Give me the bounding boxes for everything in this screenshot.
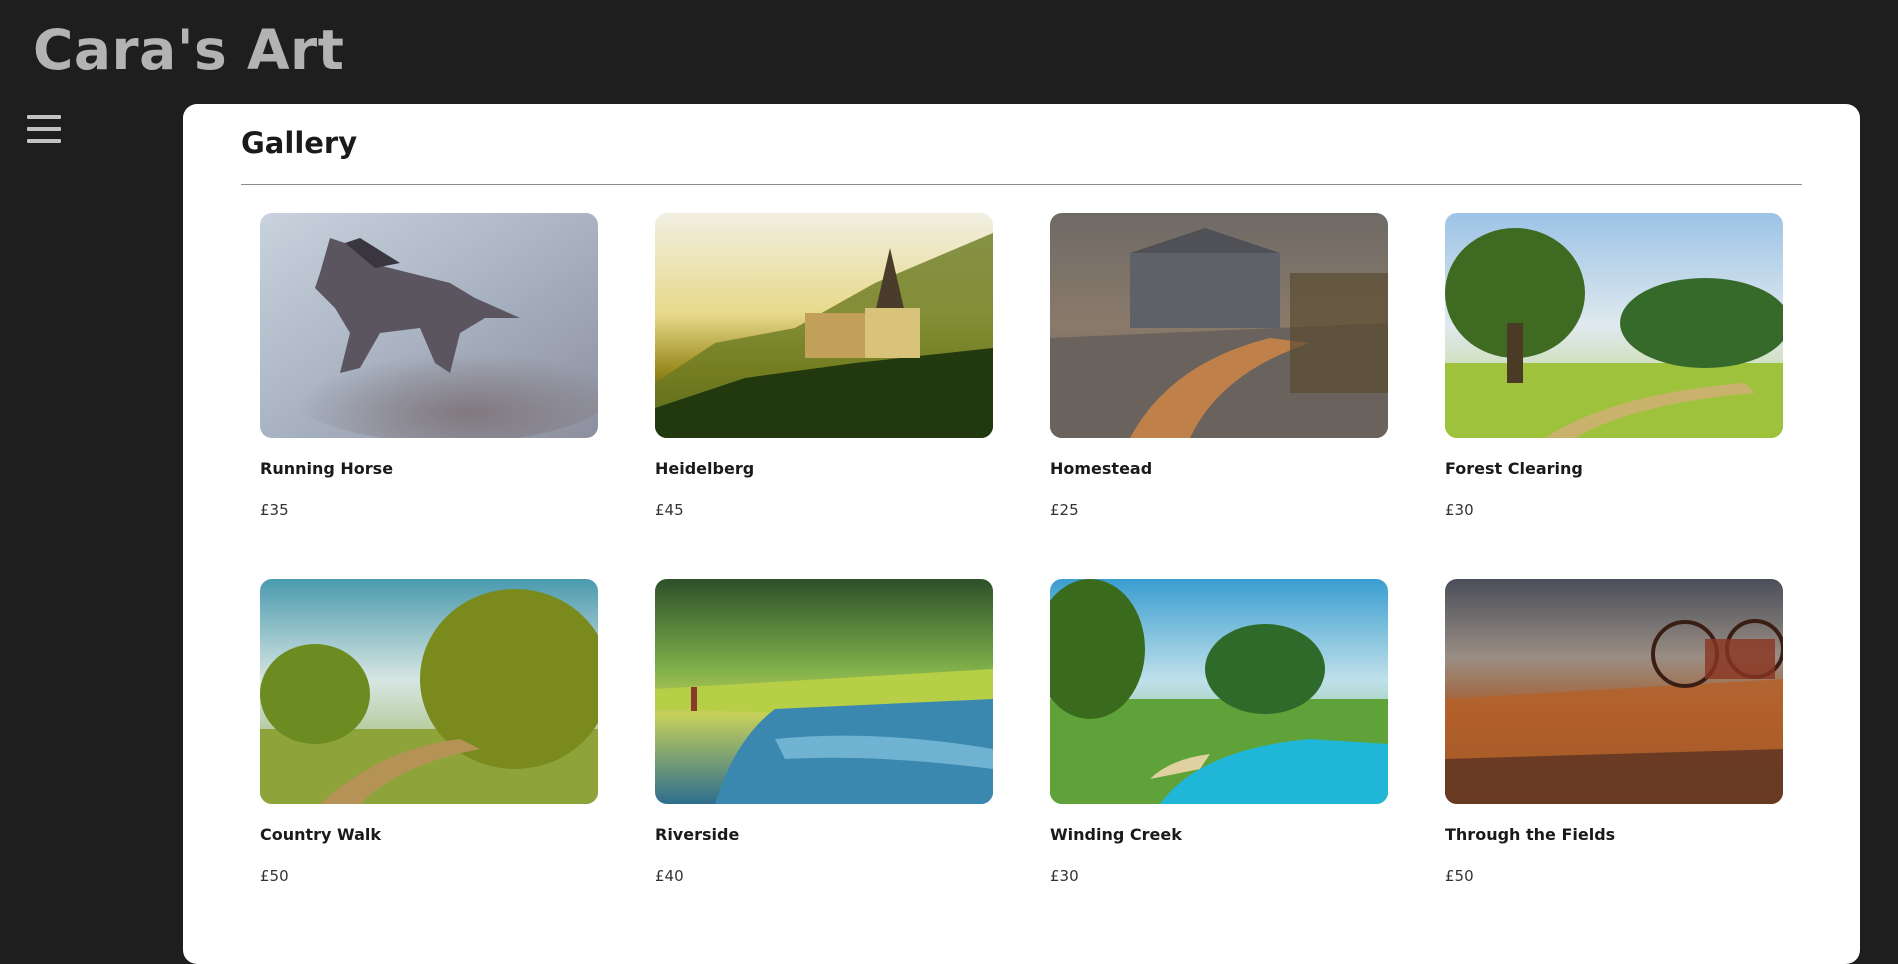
- artwork-image[interactable]: [1445, 579, 1783, 804]
- artwork-image[interactable]: [260, 213, 598, 438]
- heading-divider: [241, 184, 1802, 185]
- gallery-panel: Gallery Running Horse £35 Heidelberg £45…: [183, 104, 1860, 964]
- gallery-card[interactable]: Heidelberg £45: [655, 213, 993, 529]
- gallery-card[interactable]: Riverside £40: [655, 579, 993, 895]
- artwork-price: £50: [1445, 867, 1474, 885]
- gallery-card[interactable]: Winding Creek £30: [1050, 579, 1388, 895]
- artwork-title[interactable]: Forest Clearing: [1445, 459, 1783, 479]
- gallery-card[interactable]: Homestead £25: [1050, 213, 1388, 529]
- gallery-grid: Running Horse £35 Heidelberg £45 Homeste…: [260, 213, 1784, 895]
- artwork-price: £25: [1050, 501, 1079, 519]
- artwork-title[interactable]: Winding Creek: [1050, 825, 1388, 845]
- artwork-image[interactable]: [655, 579, 993, 804]
- artwork-image[interactable]: [1445, 213, 1783, 438]
- artwork-image[interactable]: [1050, 579, 1388, 804]
- gallery-card[interactable]: Forest Clearing £30: [1445, 213, 1783, 529]
- site-title: Cara's Art: [33, 18, 345, 82]
- artwork-price: £50: [260, 867, 289, 885]
- artwork-image[interactable]: [260, 579, 598, 804]
- hamburger-menu-icon[interactable]: [27, 112, 61, 146]
- gallery-card[interactable]: Running Horse £35: [260, 213, 598, 529]
- artwork-price: £45: [655, 501, 684, 519]
- gallery-card[interactable]: Through the Fields £50: [1445, 579, 1783, 895]
- artwork-title[interactable]: Country Walk: [260, 825, 598, 845]
- artwork-image[interactable]: [655, 213, 993, 438]
- artwork-title[interactable]: Heidelberg: [655, 459, 993, 479]
- artwork-title[interactable]: Homestead: [1050, 459, 1388, 479]
- page-title: Gallery: [241, 126, 358, 160]
- artwork-title[interactable]: Riverside: [655, 825, 993, 845]
- artwork-price: £40: [655, 867, 684, 885]
- artwork-price: £30: [1050, 867, 1079, 885]
- artwork-price: £30: [1445, 501, 1474, 519]
- gallery-card[interactable]: Country Walk £50: [260, 579, 598, 895]
- artwork-title[interactable]: Through the Fields: [1445, 825, 1783, 845]
- artwork-image[interactable]: [1050, 213, 1388, 438]
- artwork-price: £35: [260, 501, 289, 519]
- artwork-title[interactable]: Running Horse: [260, 459, 598, 479]
